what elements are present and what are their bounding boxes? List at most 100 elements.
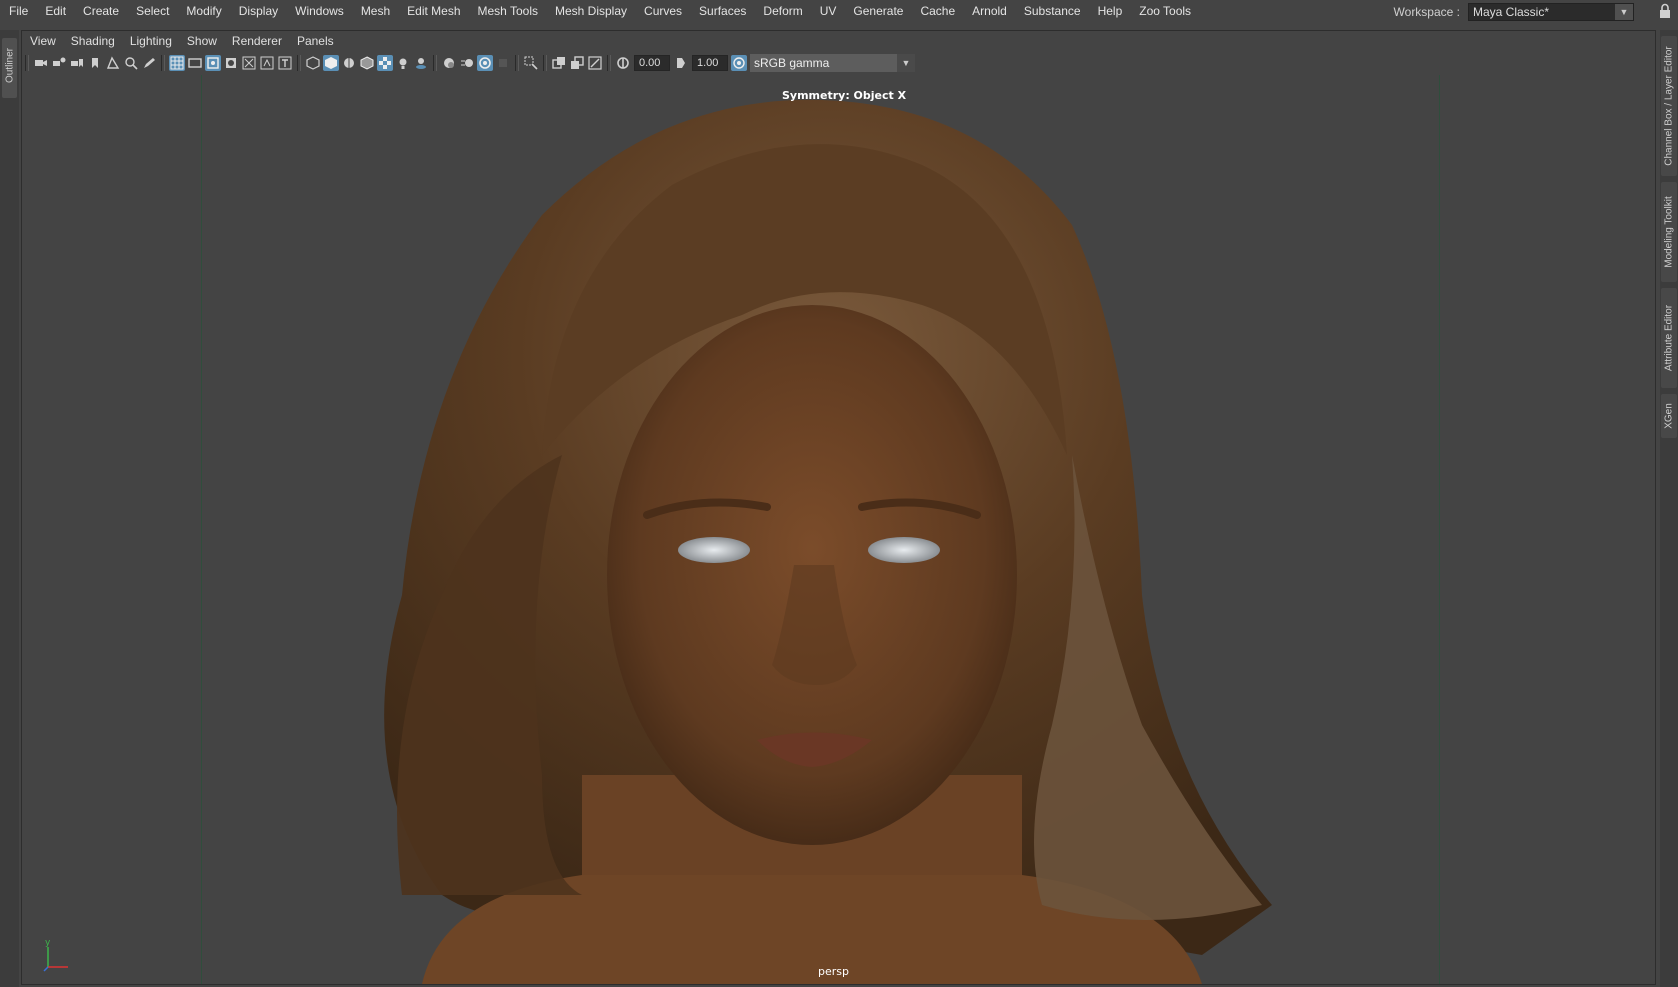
chevron-down-icon[interactable]: ▼ (1615, 4, 1633, 20)
camera-name: persp (818, 965, 849, 978)
menu-zoo-tools[interactable]: Zoo Tools (1130, 0, 1199, 22)
use-all-lights-icon[interactable] (395, 55, 411, 71)
channel-box-tab[interactable]: Channel Box / Layer Editor (1661, 36, 1677, 176)
lock-icon[interactable] (1658, 3, 1672, 19)
xgen-tab-label: XGen (1663, 403, 1675, 429)
workspace-dropdown[interactable]: Maya Classic* ▼ (1468, 3, 1634, 21)
menu-edit[interactable]: Edit (36, 0, 74, 22)
gate-mask-icon[interactable] (223, 55, 239, 71)
menu-mesh-tools[interactable]: Mesh Tools (469, 0, 546, 22)
smooth-shade-icon[interactable] (323, 55, 339, 71)
panel-toolbar: 0.00 1.00 sRGB gamma ▼ (22, 51, 1655, 75)
menu-arnold[interactable]: Arnold (963, 0, 1015, 22)
workspace-value: Maya Classic* (1473, 5, 1550, 19)
xray-icon[interactable] (551, 55, 567, 71)
menu-uv[interactable]: UV (811, 0, 845, 22)
shadows-icon[interactable] (413, 55, 429, 71)
depth-of-field-icon[interactable] (495, 55, 511, 71)
eye-right (868, 537, 940, 563)
toolbar-separator (25, 55, 29, 71)
menu-mesh[interactable]: Mesh (352, 0, 398, 22)
panel-menu-shading[interactable]: Shading (63, 31, 122, 51)
viewport-panel: View Shading Lighting Show Renderer Pane… (21, 30, 1656, 985)
field-chart-icon[interactable] (241, 55, 257, 71)
menu-windows[interactable]: Windows (286, 0, 352, 22)
color-management-icon[interactable] (731, 55, 747, 71)
screen-space-ao-icon[interactable] (441, 55, 457, 71)
menu-deform[interactable]: Deform (754, 0, 810, 22)
attribute-editor-tab[interactable]: Attribute Editor (1661, 288, 1677, 388)
outliner-tab-label: Outliner (4, 48, 16, 84)
gamma-icon[interactable] (673, 55, 689, 71)
toolbar-separator (515, 55, 519, 71)
view-transform-value: sRGB gamma (754, 56, 830, 70)
two-d-pan-zoom-icon[interactable] (123, 55, 139, 71)
character-head-render (384, 99, 1273, 984)
toolbar-separator (297, 55, 301, 71)
menu-create[interactable]: Create (74, 0, 127, 22)
panel-menu-lighting[interactable]: Lighting (122, 31, 179, 51)
outliner-tab[interactable]: Outliner (2, 38, 17, 98)
chevron-down-icon[interactable]: ▼ (897, 54, 915, 72)
panel-menu-view[interactable]: View (22, 31, 63, 51)
grease-pencil-icon[interactable] (141, 55, 157, 71)
bookmark-camera-icon[interactable] (69, 55, 85, 71)
axis-y-label: y (45, 938, 51, 948)
attribute-editor-tab-label: Attribute Editor (1663, 304, 1675, 372)
panel-menu-renderer[interactable]: Renderer (224, 31, 289, 51)
menu-generate[interactable]: Generate (844, 0, 911, 22)
panel-menubar: View Shading Lighting Show Renderer Pane… (22, 31, 1655, 51)
panel-menu-panels[interactable]: Panels (289, 31, 341, 51)
workspace-selector: Workspace : Maya Classic* ▼ (1394, 2, 1634, 22)
xray-joints-icon[interactable] (587, 55, 603, 71)
symmetry-status: Symmetry: Object X (782, 89, 907, 102)
film-gate-icon[interactable] (187, 55, 203, 71)
camera-attributes-icon[interactable] (51, 55, 67, 71)
image-plane-icon[interactable] (105, 55, 121, 71)
menu-file[interactable]: File (0, 0, 36, 22)
exposure-icon[interactable] (615, 55, 631, 71)
menu-help[interactable]: Help (1089, 0, 1131, 22)
wireframe-on-shaded-icon[interactable] (359, 55, 375, 71)
toolbar-separator (433, 55, 437, 71)
xray-active-components-icon[interactable] (569, 55, 585, 71)
wireframe-icon[interactable] (305, 55, 321, 71)
modeling-toolkit-tab[interactable]: Modeling Toolkit (1661, 182, 1677, 282)
modeling-toolkit-tab-label: Modeling Toolkit (1663, 196, 1675, 268)
panel-menu-show[interactable]: Show (179, 31, 224, 51)
bookmark-icon[interactable] (87, 55, 103, 71)
menu-display[interactable]: Display (230, 0, 286, 22)
multisample-aa-icon[interactable] (477, 55, 493, 71)
menu-cache[interactable]: Cache (911, 0, 963, 22)
gamma-field[interactable]: 1.00 (692, 55, 728, 71)
motion-blur-icon[interactable] (459, 55, 475, 71)
view-axis-indicator: y (43, 938, 68, 972)
menu-modify[interactable]: Modify (177, 0, 229, 22)
eye-left (678, 537, 750, 563)
view-transform-dropdown[interactable]: sRGB gamma ▼ (750, 54, 915, 72)
perspective-viewport[interactable]: Symmetry: Object X y persp (22, 75, 1655, 984)
resolution-gate-left (201, 75, 202, 984)
textured-icon[interactable] (377, 55, 393, 71)
menu-substance[interactable]: Substance (1015, 0, 1089, 22)
toolbar-separator (607, 55, 611, 71)
select-camera-icon[interactable] (33, 55, 49, 71)
left-dock: Outliner (0, 30, 19, 987)
xgen-tab[interactable]: XGen (1661, 394, 1677, 438)
grid-icon[interactable] (169, 55, 185, 71)
menu-curves[interactable]: Curves (635, 0, 690, 22)
resolution-gate-right (1439, 75, 1440, 984)
right-dock: Channel Box / Layer Editor Modeling Tool… (1660, 30, 1678, 987)
menu-select[interactable]: Select (127, 0, 177, 22)
safe-title-icon[interactable] (277, 55, 293, 71)
toolbar-separator (543, 55, 547, 71)
safe-action-icon[interactable] (259, 55, 275, 71)
menu-surfaces[interactable]: Surfaces (690, 0, 754, 22)
default-material-icon[interactable] (341, 55, 357, 71)
menu-edit-mesh[interactable]: Edit Mesh (398, 0, 468, 22)
resolution-gate-icon[interactable] (205, 55, 221, 71)
exposure-field[interactable]: 0.00 (634, 55, 670, 71)
menu-mesh-display[interactable]: Mesh Display (546, 0, 635, 22)
isolate-select-icon[interactable] (523, 55, 539, 71)
toolbar-separator (161, 55, 165, 71)
